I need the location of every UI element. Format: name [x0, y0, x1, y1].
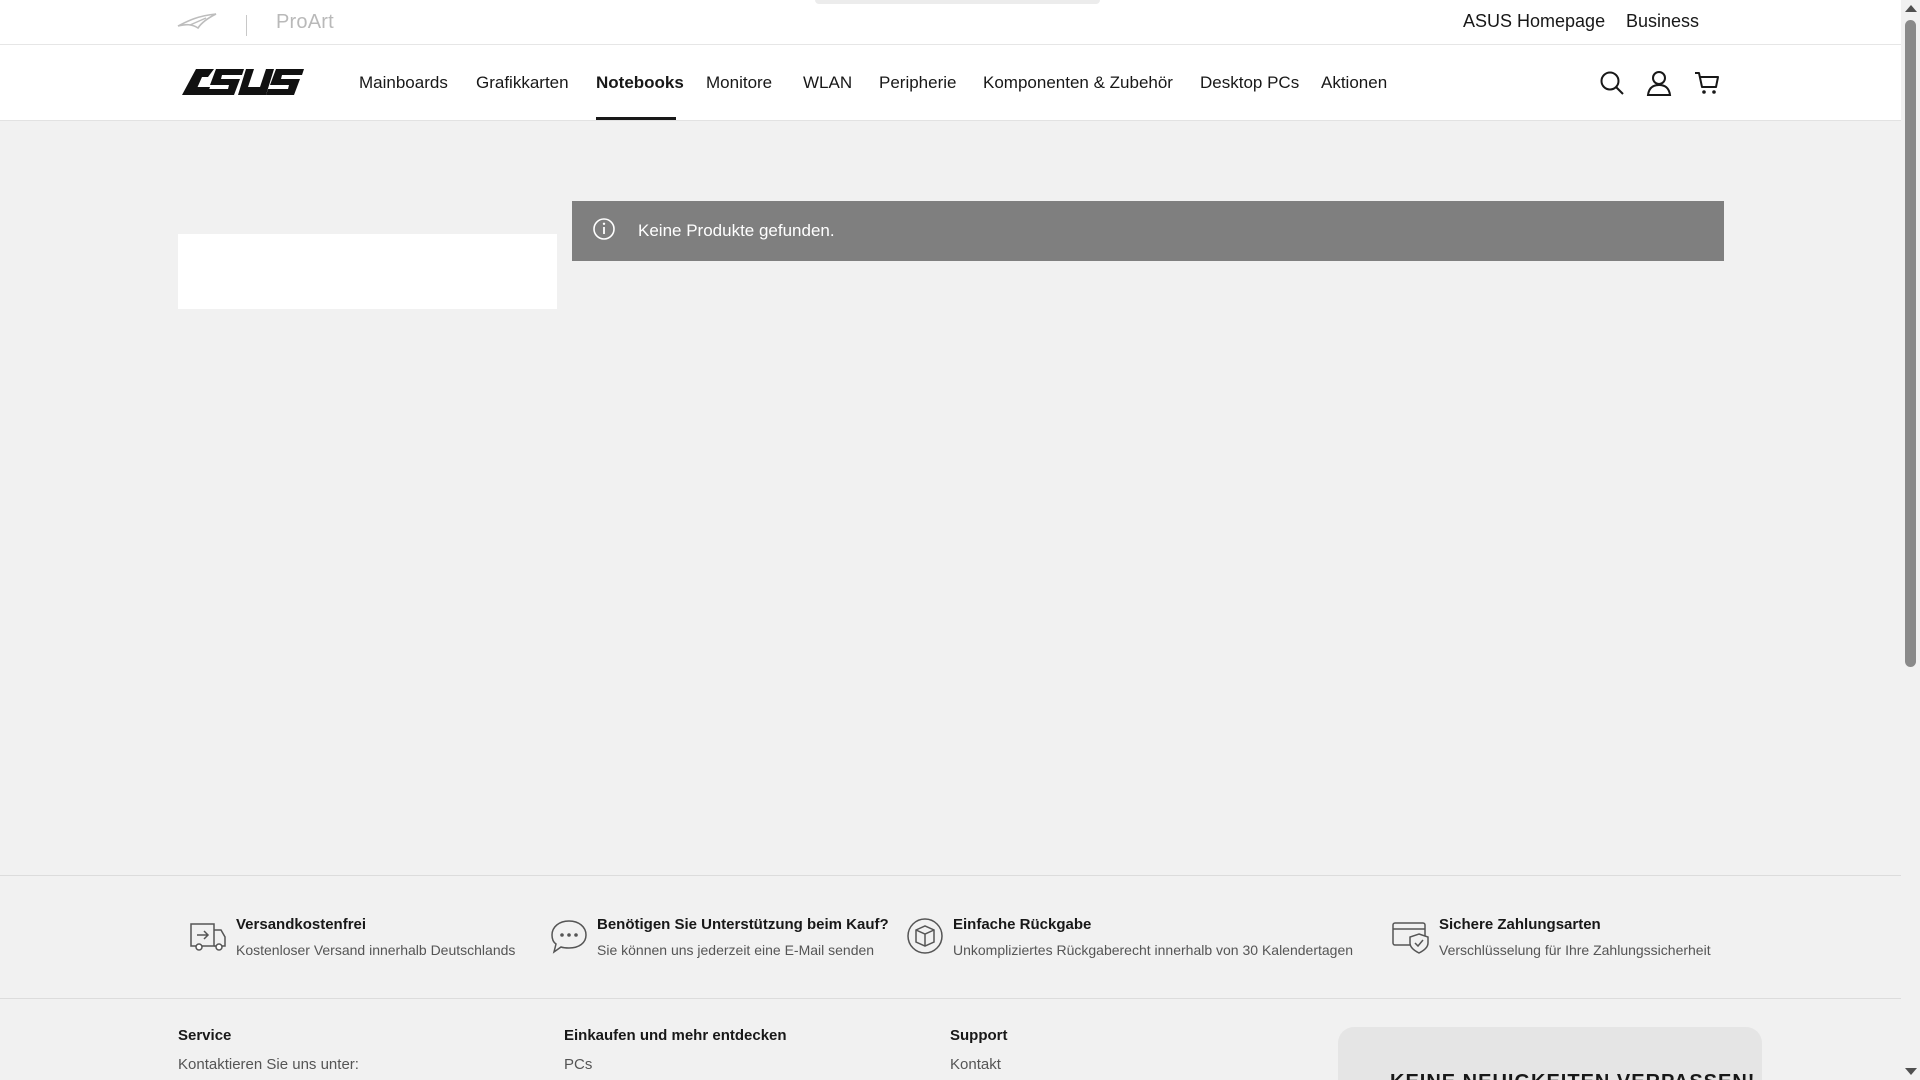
footer-support-column: Support Kontakt	[950, 1027, 1008, 1073]
nav-item-aktionen[interactable]: Aktionen	[1321, 73, 1387, 93]
filter-sidebar-panel	[178, 234, 557, 309]
rog-logo-icon[interactable]	[176, 12, 218, 32]
business-link[interactable]: Business	[1626, 11, 1699, 32]
feature-subtitle: Verschlüsselung für Ihre Zahlungssicherh…	[1439, 942, 1711, 958]
nav-item-desktop-pcs[interactable]: Desktop PCs	[1200, 73, 1299, 93]
asus-homepage-link[interactable]: ASUS Homepage	[1463, 11, 1605, 32]
footer-heading-service: Service	[178, 1027, 232, 1044]
return-box-icon	[907, 918, 943, 954]
nav-item-peripherie[interactable]: Peripherie	[879, 73, 957, 93]
secure-payment-icon	[1392, 922, 1429, 954]
active-nav-underline	[596, 117, 676, 120]
info-icon	[593, 218, 615, 240]
footer-heading-support: Support	[950, 1027, 1008, 1044]
footer-link-kontakt[interactable]: Kontakt	[950, 1056, 1008, 1073]
brand-divider	[246, 15, 247, 36]
cart-icon[interactable]	[1694, 70, 1720, 96]
service-features-bar: Versandkostenfrei Kostenloser Versand in…	[0, 875, 1901, 999]
feature-subtitle: Kostenloser Versand innerhalb Deutschlan…	[236, 942, 516, 958]
chat-icon	[551, 920, 587, 954]
nav-item-grafikkarten[interactable]: Grafikkarten	[476, 73, 569, 93]
newsletter-panel: KEINE NEUIGKEITEN VERPASSEN!	[1338, 1027, 1762, 1080]
feature-subtitle: Sie können uns jederzeit eine E-Mail sen…	[597, 942, 875, 958]
newsletter-heading: KEINE NEUIGKEITEN VERPASSEN!	[1390, 1071, 1755, 1080]
footer-link-pcs[interactable]: PCs	[564, 1056, 787, 1073]
footer-service-column: Service Kontaktieren Sie uns unter:	[178, 1027, 359, 1073]
proart-brand-link[interactable]: ProArt	[276, 11, 334, 34]
feature-title: Einfache Rückgabe	[953, 916, 1092, 933]
nav-item-mainboards[interactable]: Mainboards	[359, 73, 448, 93]
nav-item-komponenten[interactable]: Komponenten & Zubehör	[983, 73, 1173, 93]
user-icon[interactable]	[1646, 70, 1672, 96]
shipping-icon	[190, 923, 226, 951]
nav-item-wlan[interactable]: WLAN	[803, 73, 852, 93]
feature-title: Sichere Zahlungsarten	[1439, 916, 1601, 933]
page-scrollbar[interactable]	[1901, 0, 1920, 1080]
nav-item-monitore[interactable]: Monitore	[706, 73, 772, 93]
scrollbar-thumb[interactable]	[1905, 20, 1916, 667]
top-utility-bar: ProArt ASUS Homepage Business	[0, 0, 1901, 45]
footer-contact-line: Kontaktieren Sie uns unter:	[178, 1056, 359, 1073]
feature-title: Benötigen Sie Unterstützung beim Kauf?	[597, 916, 889, 933]
notice-text: Keine Produkte gefunden.	[638, 221, 835, 240]
nav-item-notebooks[interactable]: Notebooks	[596, 73, 684, 93]
scroll-down-arrow-icon[interactable]	[1905, 1068, 1917, 1075]
scroll-up-arrow-icon[interactable]	[1905, 5, 1917, 12]
footer-shop-column: Einkaufen und mehr entdecken PCs	[564, 1027, 787, 1073]
feature-title: Versandkostenfrei	[236, 916, 367, 933]
feature-subtitle: Unkompliziertes Rückgaberecht innerhalb …	[953, 942, 1354, 958]
footer-heading-shop: Einkaufen und mehr entdecken	[564, 1027, 787, 1044]
asus-logo-icon[interactable]	[180, 67, 305, 97]
no-products-notice: Keine Produkte gefunden.	[572, 201, 1724, 261]
search-icon[interactable]	[1599, 70, 1625, 96]
top-center-indicator	[815, 0, 1100, 4]
main-navigation: Mainboards Grafikkarten Notebooks Monito…	[0, 45, 1901, 121]
